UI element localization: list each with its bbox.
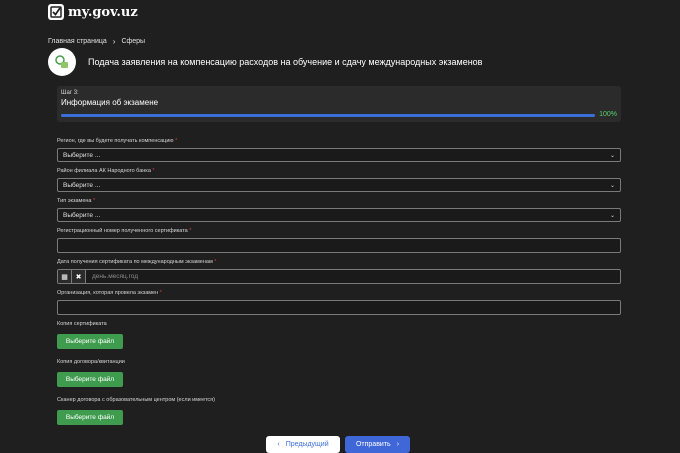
bank-branch-field: Район филиала АК Народного банка * Выбер… — [57, 168, 621, 192]
education-icon — [48, 48, 76, 76]
calendar-icon[interactable]: ▦ — [58, 270, 72, 283]
bank-branch-select-value: Выберите ... — [63, 181, 101, 189]
progress-fill — [61, 114, 595, 117]
bank-branch-select[interactable]: Выберите ... ⌄ — [57, 178, 621, 192]
chevron-right-icon: › — [396, 441, 400, 448]
progress-percent: 100% — [599, 111, 617, 118]
required-marker: * — [93, 198, 96, 204]
required-marker: * — [189, 228, 192, 234]
logo-text: my.gov.uz — [68, 4, 138, 20]
bank-branch-label: Район филиала АК Народного банка — [57, 168, 151, 174]
contract-upload-label: Копия договора/квитанции — [57, 359, 125, 365]
certificate-upload-button[interactable]: Выберите файл — [57, 334, 123, 349]
step-title: Информация об экзамене — [61, 98, 159, 107]
cert-number-label: Регистрационный номер полученного сертиф… — [57, 228, 188, 234]
exam-type-select-value: Выберите ... — [63, 211, 101, 219]
chevron-left-icon: ‹ — [277, 441, 280, 448]
cert-date-picker: ▦ ✖ день.месяц.год — [57, 269, 621, 284]
exam-type-field: Тип экзамена * Выберите ... ⌄ — [57, 198, 621, 222]
breadcrumb: Главная страница › Сферы — [48, 37, 145, 46]
organization-label: Организация, которая провела экзамен — [57, 290, 159, 296]
scan-upload-label: Сканер договора с образовательным центро… — [57, 397, 215, 403]
cert-date-label: Дата получения сертификата по международ… — [57, 259, 213, 265]
chevron-down-icon: ⌄ — [609, 212, 615, 219]
breadcrumb-separator: › — [112, 37, 116, 46]
step-label: Шаг 3: — [61, 90, 79, 96]
step-panel: Шаг 3: Информация об экзамене 100% — [57, 86, 621, 122]
scan-upload-button[interactable]: Выберите файл — [57, 410, 123, 425]
cert-number-field: Регистрационный номер полученного сертиф… — [57, 228, 621, 253]
region-label: Регион, где вы будете получать компенсац… — [57, 138, 174, 144]
exam-type-select[interactable]: Выберите ... ⌄ — [57, 208, 621, 222]
region-select-value: Выберите ... — [63, 151, 101, 159]
cert-date-input[interactable]: день.месяц.год — [86, 270, 620, 283]
contract-upload-button[interactable]: Выберите файл — [57, 372, 123, 387]
breadcrumb-current[interactable]: Сферы — [121, 38, 145, 45]
organization-field: Организация, которая провела экзамен * — [57, 290, 621, 315]
exam-type-label: Тип экзамена — [57, 198, 92, 204]
submit-button[interactable]: Отправить › — [345, 436, 410, 453]
breadcrumb-home[interactable]: Главная страница — [48, 38, 107, 45]
required-marker: * — [214, 259, 217, 265]
checkmark-icon — [48, 4, 64, 20]
required-marker: * — [159, 290, 162, 296]
previous-button[interactable]: ‹ Предыдущий — [266, 436, 340, 453]
page-header: Подача заявления на компенсацию расходов… — [48, 48, 482, 76]
required-marker: * — [175, 138, 178, 144]
required-marker: * — [152, 168, 155, 174]
cert-number-input[interactable] — [57, 238, 621, 253]
organization-input[interactable] — [57, 300, 621, 315]
previous-button-label: Предыдущий — [285, 441, 329, 448]
progress-bar — [61, 114, 595, 117]
chevron-down-icon: ⌄ — [609, 182, 615, 189]
region-field: Регион, где вы будете получать компенсац… — [57, 138, 621, 162]
cert-date-field: Дата получения сертификата по международ… — [57, 259, 621, 284]
page-title: Подача заявления на компенсацию расходов… — [88, 57, 483, 67]
region-select[interactable]: Выберите ... ⌄ — [57, 148, 621, 162]
site-logo[interactable]: my.gov.uz — [48, 4, 138, 20]
submit-button-label: Отправить — [355, 441, 391, 448]
certificate-upload-label: Копия сертификата — [57, 321, 107, 327]
chevron-down-icon: ⌄ — [609, 152, 615, 159]
close-icon[interactable]: ✖ — [72, 270, 86, 283]
